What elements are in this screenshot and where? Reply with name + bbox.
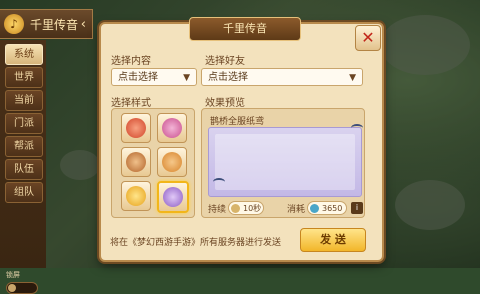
duration-label: 持续: [208, 205, 227, 215]
lantern-style-icon: [162, 152, 182, 172]
cost-label: 消耗: [287, 205, 306, 215]
content-select[interactable]: 点击选择 ▼: [111, 68, 197, 86]
collapse-arrow-icon[interactable]: ‹: [81, 17, 86, 32]
chat-channel-tabs: 系统 世界 当前 门派 帮派 队伍 组队 锁屏: [0, 40, 46, 294]
tab-sect[interactable]: 门派: [5, 113, 43, 134]
broadcast-scope-text: 将在《梦幻西游手游》所有服务器进行发送: [110, 238, 282, 248]
preview-item-name: 鹊桥全服纸鸢: [210, 117, 265, 127]
content-select-value: 点击选择: [118, 72, 158, 83]
bird-icon: [213, 178, 225, 186]
close-button[interactable]: ✕: [355, 25, 381, 51]
peach-blossom-style-icon: [162, 118, 182, 138]
friend-label: 选择好友: [205, 56, 245, 67]
tab-world[interactable]: 世界: [5, 67, 43, 88]
lock-screen-label: 锁屏: [6, 271, 20, 279]
phoenix-style-icon: [126, 118, 146, 138]
broadcast-dialog: 千里传音 ✕ 选择内容 点击选择 ▼ 选择好友 点击选择 ▼ 选择样式 效果预览…: [99, 17, 384, 262]
duration-value: 10秒: [243, 204, 262, 213]
bird-icon: [351, 124, 363, 132]
style-label: 选择样式: [111, 98, 151, 109]
send-button[interactable]: 发 送: [300, 228, 366, 252]
preview-image: [208, 124, 363, 197]
tab-current[interactable]: 当前: [5, 90, 43, 111]
chevron-down-icon: ▼: [349, 73, 356, 83]
tab-guild[interactable]: 帮派: [5, 136, 43, 157]
style-grid: [111, 108, 195, 218]
sword-style-icon: [126, 152, 146, 172]
cost-value: 3650: [322, 204, 343, 213]
tab-team-up[interactable]: 组队: [5, 182, 43, 203]
gold-star-style-icon: [126, 186, 146, 206]
cost-pill: 3650: [307, 201, 347, 215]
dialog-title: 千里传音: [189, 17, 301, 41]
lock-screen-toggle[interactable]: [6, 282, 38, 294]
preview-label: 效果预览: [205, 98, 245, 109]
speaker-icon: ♪: [4, 14, 24, 34]
duration-pill: 10秒: [228, 201, 264, 215]
style-option-2[interactable]: [157, 113, 187, 143]
style-option-4[interactable]: [157, 147, 187, 177]
friend-select[interactable]: 点击选择 ▼: [201, 68, 363, 86]
chat-header-title: 千里传音: [30, 17, 79, 32]
friend-select-value: 点击选择: [208, 72, 248, 83]
style-option-1[interactable]: [121, 113, 151, 143]
content-label: 选择内容: [111, 56, 151, 67]
tab-system[interactable]: 系统: [5, 44, 43, 65]
style-option-5[interactable]: [121, 181, 151, 211]
chat-header: ♪ 千里传音 ‹: [0, 9, 93, 39]
clock-icon: [231, 204, 240, 213]
chevron-down-icon: ▼: [183, 73, 190, 83]
info-button[interactable]: i: [351, 202, 363, 214]
tab-party[interactable]: 队伍: [5, 159, 43, 180]
currency-icon: [310, 204, 319, 213]
style-option-6-selected[interactable]: [157, 181, 189, 213]
purple-flower-style-icon: [163, 187, 183, 207]
style-option-3[interactable]: [121, 147, 151, 177]
